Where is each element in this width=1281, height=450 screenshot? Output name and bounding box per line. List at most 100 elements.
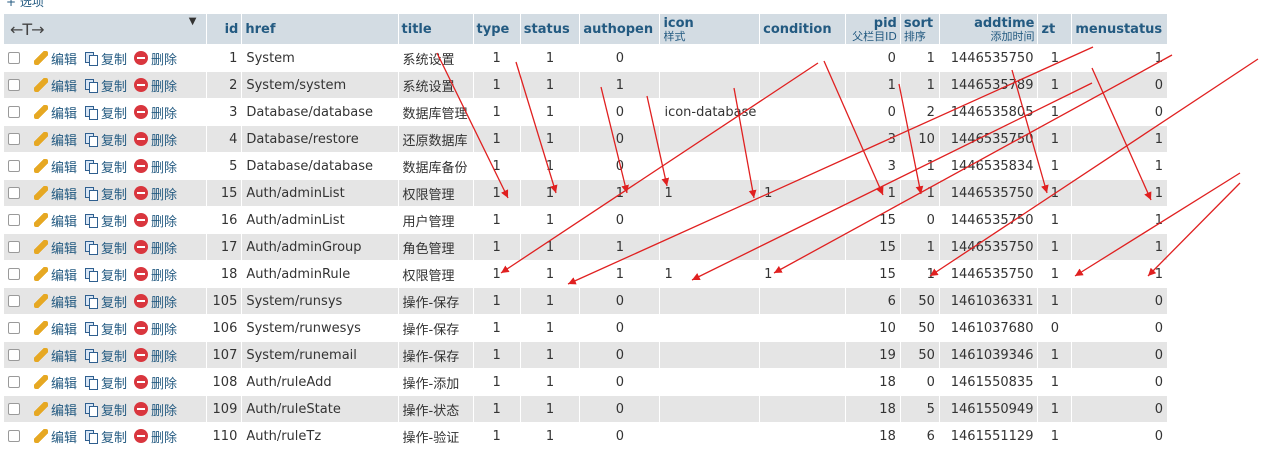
- cell-addtime[interactable]: 1446535750: [939, 45, 1038, 71]
- row-checkbox[interactable]: [8, 349, 20, 361]
- cell-addtime[interactable]: 1461550835: [939, 369, 1038, 395]
- cell-href[interactable]: Auth/ruleTz: [242, 423, 398, 449]
- cell-id[interactable]: 17: [207, 234, 242, 260]
- cell-sort[interactable]: 1: [900, 261, 939, 287]
- row-checkbox[interactable]: [8, 241, 20, 253]
- cell-icon[interactable]: [660, 396, 760, 422]
- cell-pid[interactable]: 19: [846, 342, 900, 368]
- cell-zt[interactable]: 1: [1038, 423, 1072, 449]
- cell-zt[interactable]: 1: [1038, 99, 1072, 125]
- column-header-authopen[interactable]: authopen: [580, 14, 660, 44]
- cell-status[interactable]: 1: [520, 369, 580, 395]
- cell-zt[interactable]: 1: [1038, 72, 1072, 98]
- cell-sort[interactable]: 0: [900, 369, 939, 395]
- cell-zt[interactable]: 1: [1038, 207, 1072, 233]
- cell-icon[interactable]: 1: [660, 180, 760, 206]
- cell-title[interactable]: 操作-保存: [398, 315, 473, 341]
- cell-status[interactable]: 1: [520, 126, 580, 152]
- cell-addtime[interactable]: 1446535750: [939, 126, 1038, 152]
- cell-menustatus[interactable]: 0: [1072, 396, 1167, 422]
- cell-addtime[interactable]: 1446535789: [939, 72, 1038, 98]
- edit-button[interactable]: 编辑: [34, 49, 77, 68]
- cell-href[interactable]: Auth/ruleAdd: [242, 369, 398, 395]
- cell-sort[interactable]: 5: [900, 396, 939, 422]
- cell-id[interactable]: 108: [207, 369, 242, 395]
- cell-addtime[interactable]: 1446535750: [939, 207, 1038, 233]
- copy-button[interactable]: 复制: [84, 157, 127, 176]
- column-arrows-icon[interactable]: ←T→: [10, 20, 45, 39]
- cell-pid[interactable]: 15: [846, 207, 900, 233]
- copy-button[interactable]: 复制: [84, 103, 127, 122]
- cell-zt[interactable]: 0: [1038, 315, 1072, 341]
- cell-menustatus[interactable]: 0: [1072, 342, 1167, 368]
- row-checkbox[interactable]: [8, 79, 20, 91]
- cell-type[interactable]: 1: [473, 342, 520, 368]
- row-checkbox[interactable]: [8, 52, 20, 64]
- sort-dropdown-icon[interactable]: ▼: [189, 16, 197, 27]
- cell-title[interactable]: 用户管理: [398, 207, 473, 233]
- cell-condition[interactable]: [760, 342, 846, 368]
- cell-authopen[interactable]: 0: [580, 315, 660, 341]
- cell-status[interactable]: 1: [520, 234, 580, 260]
- column-header-icon[interactable]: icon 样式: [660, 14, 760, 44]
- cell-title[interactable]: 权限管理: [398, 180, 473, 206]
- cell-authopen[interactable]: 0: [580, 396, 660, 422]
- copy-button[interactable]: 复制: [84, 400, 127, 419]
- column-header-addtime[interactable]: addtime 添加时间: [939, 14, 1038, 44]
- cell-menustatus[interactable]: 1: [1072, 45, 1167, 71]
- cell-condition[interactable]: [760, 126, 846, 152]
- row-checkbox[interactable]: [8, 187, 20, 199]
- cell-pid[interactable]: 15: [846, 261, 900, 287]
- cell-href[interactable]: Auth/adminList: [242, 180, 398, 206]
- cell-addtime[interactable]: 1446535750: [939, 261, 1038, 287]
- cell-icon[interactable]: [660, 126, 760, 152]
- cell-id[interactable]: 18: [207, 261, 242, 287]
- column-header-menustatus[interactable]: menustatus: [1072, 14, 1167, 44]
- cell-addtime[interactable]: 1461039346: [939, 342, 1038, 368]
- cell-href[interactable]: System: [242, 45, 398, 71]
- cell-title[interactable]: 权限管理: [398, 261, 473, 287]
- cell-id[interactable]: 3: [207, 99, 242, 125]
- cell-condition[interactable]: [760, 99, 846, 125]
- cell-sort[interactable]: 1: [900, 72, 939, 98]
- cell-menustatus[interactable]: 0: [1072, 72, 1167, 98]
- cell-href[interactable]: Auth/adminGroup: [242, 234, 398, 260]
- cell-menustatus[interactable]: 0: [1072, 369, 1167, 395]
- edit-button[interactable]: 编辑: [34, 427, 77, 446]
- cell-condition[interactable]: [760, 369, 846, 395]
- cell-authopen[interactable]: 1: [580, 72, 660, 98]
- cell-status[interactable]: 1: [520, 72, 580, 98]
- cell-status[interactable]: 1: [520, 207, 580, 233]
- edit-button[interactable]: 编辑: [34, 319, 77, 338]
- cell-type[interactable]: 1: [473, 423, 520, 449]
- cell-authopen[interactable]: 0: [580, 126, 660, 152]
- edit-button[interactable]: 编辑: [34, 184, 77, 203]
- cell-id[interactable]: 110: [207, 423, 242, 449]
- cell-addtime[interactable]: 1461550949: [939, 396, 1038, 422]
- cell-authopen[interactable]: 1: [580, 180, 660, 206]
- cell-pid[interactable]: 0: [846, 45, 900, 71]
- cell-pid[interactable]: 10: [846, 315, 900, 341]
- cell-condition[interactable]: [760, 207, 846, 233]
- edit-button[interactable]: 编辑: [34, 157, 77, 176]
- delete-button[interactable]: 删除: [134, 238, 177, 257]
- cell-authopen[interactable]: 0: [580, 45, 660, 71]
- copy-button[interactable]: 复制: [84, 373, 127, 392]
- cell-zt[interactable]: 1: [1038, 180, 1072, 206]
- cell-menustatus[interactable]: 1: [1072, 180, 1167, 206]
- cell-sort[interactable]: 6: [900, 423, 939, 449]
- copy-button[interactable]: 复制: [84, 76, 127, 95]
- edit-button[interactable]: 编辑: [34, 400, 77, 419]
- cell-condition[interactable]: [760, 315, 846, 341]
- cell-authopen[interactable]: 0: [580, 423, 660, 449]
- cell-authopen[interactable]: 0: [580, 99, 660, 125]
- cell-type[interactable]: 1: [473, 261, 520, 287]
- cell-icon[interactable]: [660, 423, 760, 449]
- cell-zt[interactable]: 1: [1038, 261, 1072, 287]
- edit-button[interactable]: 编辑: [34, 373, 77, 392]
- column-header-sort[interactable]: sort 排序: [900, 14, 939, 44]
- edit-button[interactable]: 编辑: [34, 76, 77, 95]
- cell-authopen[interactable]: 0: [580, 153, 660, 179]
- cell-status[interactable]: 1: [520, 396, 580, 422]
- cell-status[interactable]: 1: [520, 315, 580, 341]
